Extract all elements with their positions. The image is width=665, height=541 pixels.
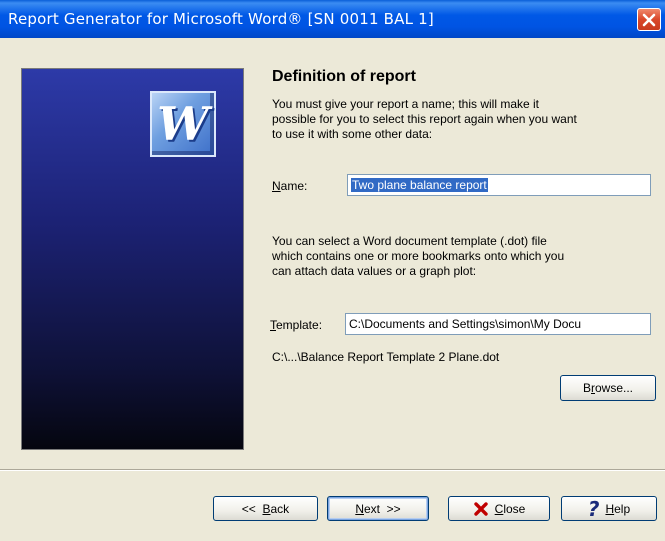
back-label-accel: B <box>262 501 271 516</box>
word-logo-letter: W <box>157 97 209 151</box>
close-label-post: lose <box>503 501 526 516</box>
name-label-rest: ame: <box>280 179 308 193</box>
footer-separator <box>0 469 665 471</box>
question-icon: ? <box>587 496 600 521</box>
back-label-pre: << <box>241 501 263 516</box>
close-label: Close <box>495 502 526 516</box>
help-label-accel: H <box>605 501 615 516</box>
intro-line-1: You must give your report a name; this w… <box>272 97 540 111</box>
close-button[interactable]: Close <box>448 496 550 521</box>
template-short-path: C:\...\Balance Report Template 2 Plane.d… <box>272 350 500 364</box>
template-line-1: You can select a Word document template … <box>272 234 547 248</box>
window-close-button[interactable] <box>637 8 661 31</box>
back-label-post: ack <box>270 501 290 516</box>
name-label-accel: N <box>272 179 281 193</box>
wizard-side-panel: W <box>21 68 244 450</box>
help-button[interactable]: ? Help <box>561 496 657 521</box>
report-generator-window: Report Generator for Microsoft Word® [SN… <box>0 0 665 541</box>
help-label: Help <box>605 502 630 516</box>
next-button[interactable]: Next >> <box>327 496 429 521</box>
red-x-icon <box>473 501 488 516</box>
close-icon <box>642 13 656 26</box>
template-input-value: C:\Documents and Settings\simon\My Docu <box>349 317 582 331</box>
back-label: << Back <box>242 502 289 516</box>
intro-line-3: to use it with some other data: <box>272 127 433 141</box>
back-button[interactable]: << Back <box>213 496 318 521</box>
help-label-post: elp <box>614 501 631 516</box>
next-label-accel: N <box>355 501 364 516</box>
intro-text: You must give your report a name; this w… <box>272 97 652 142</box>
browse-label-pre: B <box>582 381 591 395</box>
page-heading: Definition of report <box>272 68 416 85</box>
name-input-value: Two plane balance report <box>351 178 488 192</box>
name-input[interactable]: Two plane balance report <box>347 174 651 196</box>
next-label: Next >> <box>355 502 400 516</box>
name-label: Name: <box>272 179 307 193</box>
word-logo-icon: W <box>150 91 216 157</box>
title-bar[interactable]: Report Generator for Microsoft Word® [SN… <box>0 0 665 38</box>
template-line-2: which contains one or more bookmarks ont… <box>272 249 565 263</box>
intro-line-2: possible for you to select this report a… <box>272 112 577 126</box>
template-input[interactable]: C:\Documents and Settings\simon\My Docu <box>345 313 651 335</box>
template-help-text: You can select a Word document template … <box>272 234 652 279</box>
browse-label-post: owse... <box>595 381 634 395</box>
browse-button[interactable]: Browse... <box>560 375 656 401</box>
browse-label: Browse... <box>583 381 633 395</box>
template-label: Template: <box>270 318 322 332</box>
next-label-post: ext >> <box>363 501 401 516</box>
window-title: Report Generator for Microsoft Word® [SN… <box>8 10 434 28</box>
template-line-3: can attach data values or a graph plot: <box>272 264 477 278</box>
template-label-rest: emplate: <box>276 318 323 332</box>
